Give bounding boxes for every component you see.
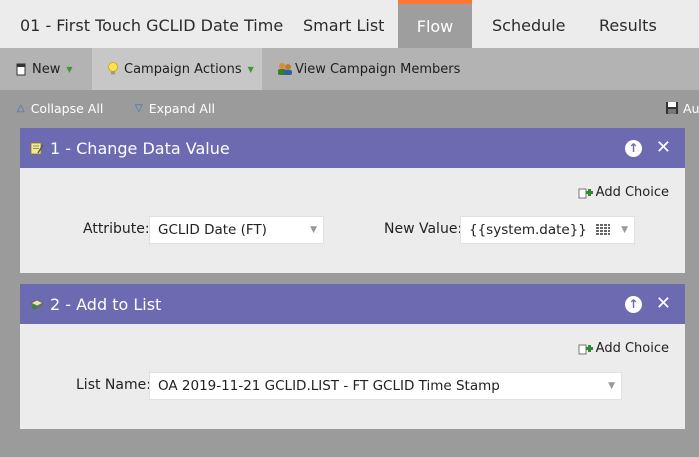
new-value-label: New Value: — [384, 221, 463, 237]
close-icon[interactable]: ✕ — [656, 139, 671, 157]
new-value-text: {{system.date}} — [469, 222, 587, 238]
chevron-down-icon: ▼ — [621, 225, 628, 235]
tab-campaign-name[interactable]: 01 - First Touch GCLID Date Time — [20, 0, 283, 48]
expand-all-label: Expand All — [148, 100, 215, 116]
toolbar: New ▼ Campaign Actions ▼ View Campaign M… — [0, 48, 699, 90]
auto-save-button[interactable]: Au — [665, 90, 699, 126]
expand-all-button[interactable]: ▽ Expand All — [135, 90, 215, 126]
people-icon — [278, 63, 292, 75]
calendar-icon[interactable] — [596, 224, 610, 236]
add-choice-button[interactable]: Add Choice — [578, 185, 669, 200]
add-choice-icon — [578, 344, 593, 354]
new-value-input[interactable]: {{system.date}} ▼ — [460, 216, 635, 244]
tab-flow[interactable]: Flow — [398, 0, 472, 48]
add-choice-button[interactable]: Add Choice — [578, 341, 669, 356]
auto-save-label: Au — [683, 100, 699, 116]
add-choice-label: Add Choice — [595, 185, 669, 200]
flow-controls-row: △ Collapse All ▽ Expand All Au — [0, 90, 699, 126]
view-campaign-members-button[interactable]: View Campaign Members — [277, 48, 460, 90]
triangle-down-icon: ▽ — [135, 102, 143, 114]
attribute-select[interactable]: GCLID Date (FT) ▼ — [149, 216, 324, 244]
add-choice-icon — [578, 188, 593, 198]
flow-step-2-header: 2 - Add to List ↑ ✕ — [20, 284, 685, 324]
move-up-icon[interactable]: ↑ — [624, 295, 642, 313]
save-icon — [666, 102, 678, 114]
list-name-select[interactable]: OA 2019-11-21 GCLID.LIST - FT GCLID Time… — [149, 372, 622, 400]
new-caret-icon: ▼ — [66, 64, 73, 74]
attribute-value: GCLID Date (FT) — [158, 222, 267, 238]
flow-step-1: 1 - Change Data Value ↑ ✕ Add Choice Att… — [20, 128, 685, 273]
flow-step-1-header: 1 - Change Data Value ↑ ✕ — [20, 128, 685, 168]
move-up-icon[interactable]: ↑ — [624, 139, 642, 157]
tab-bar: 01 - First Touch GCLID Date Time Smart L… — [0, 0, 699, 48]
campaign-actions-label: Campaign Actions — [124, 61, 242, 77]
chevron-down-icon: ▼ — [608, 381, 615, 391]
triangle-up-icon: △ — [17, 102, 25, 114]
tab-smart-list[interactable]: Smart List — [303, 0, 384, 48]
new-button[interactable]: New ▼ — [16, 48, 73, 90]
new-label: New — [32, 61, 61, 77]
campaign-actions-caret-icon: ▼ — [247, 64, 254, 74]
list-name-value: OA 2019-11-21 GCLID.LIST - FT GCLID Time… — [158, 378, 500, 394]
tab-schedule[interactable]: Schedule — [492, 0, 566, 48]
view-campaign-members-label: View Campaign Members — [295, 61, 461, 77]
lightbulb-icon — [108, 62, 118, 75]
chevron-down-icon: ▼ — [310, 225, 317, 235]
tab-results[interactable]: Results — [599, 0, 657, 48]
flow-step-2-title: 2 - Add to List — [50, 294, 162, 314]
campaign-actions-button[interactable]: Campaign Actions ▼ — [92, 48, 262, 90]
new-doc-icon — [16, 63, 26, 75]
flow-step-2: 2 - Add to List ↑ ✕ Add Choice List Name… — [20, 284, 685, 429]
add-choice-label: Add Choice — [595, 341, 669, 356]
flow-step-1-title: 1 - Change Data Value — [50, 138, 230, 158]
attribute-label: Attribute: — [83, 221, 150, 237]
list-name-label: List Name: — [76, 377, 151, 393]
collapse-all-label: Collapse All — [30, 100, 104, 116]
collapse-all-button[interactable]: △ Collapse All — [17, 90, 103, 126]
change-data-value-icon — [30, 142, 44, 155]
close-icon[interactable]: ✕ — [656, 295, 671, 313]
add-to-list-icon — [30, 299, 44, 310]
